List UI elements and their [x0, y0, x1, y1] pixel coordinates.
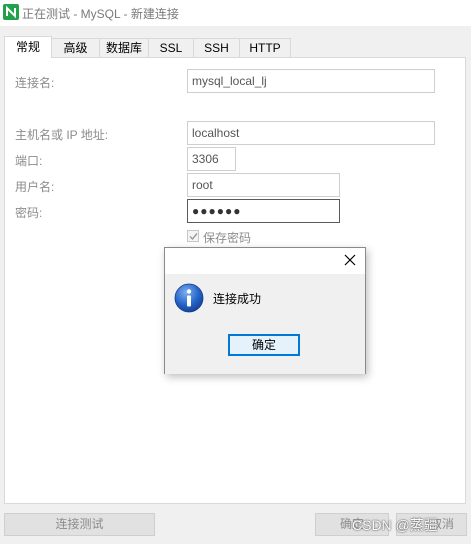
connection-name-input[interactable]: mysql_local_lj	[187, 69, 435, 93]
password-label: 密码:	[15, 206, 43, 220]
connection-name-label: 连接名:	[15, 76, 55, 90]
tab-database[interactable]: 数据库	[99, 38, 149, 57]
host-input[interactable]: localhost	[187, 121, 435, 145]
username-input[interactable]: root	[187, 173, 340, 197]
dialog-body: 连接成功 确定	[165, 274, 365, 374]
connection-success-dialog: 连接成功 确定	[164, 247, 366, 374]
window-titlebar: 正在测试 - MySQL - 新建连接	[0, 0, 471, 26]
tab-ssl[interactable]: SSL	[148, 38, 194, 57]
tab-http[interactable]: HTTP	[239, 38, 291, 57]
close-icon[interactable]	[343, 253, 357, 267]
save-password-label: 保存密码	[203, 231, 252, 245]
dialog-message: 连接成功	[213, 292, 262, 306]
host-label: 主机名或 IP 地址:	[15, 128, 109, 142]
username-label: 用户名:	[15, 180, 55, 194]
watermark: CSDN @蒸疆	[352, 517, 438, 533]
save-password-checkbox[interactable]	[187, 230, 199, 242]
navicat-app-icon	[3, 4, 19, 20]
window-title: 正在测试 - MySQL - 新建连接	[22, 7, 179, 21]
checkmark-icon	[189, 233, 198, 241]
port-label: 端口:	[15, 154, 43, 168]
dialog-ok-button[interactable]: 确定	[228, 334, 300, 356]
port-input[interactable]: 3306	[187, 147, 236, 171]
tab-ssh[interactable]: SSH	[193, 38, 240, 57]
password-mask: ●●●●●●	[192, 204, 242, 218]
tab-general[interactable]: 常规	[4, 36, 52, 58]
tab-advanced[interactable]: 高级	[51, 38, 100, 57]
test-connection-button[interactable]: 连接测试	[4, 513, 155, 536]
password-input[interactable]: ●●●●●●	[187, 199, 340, 223]
info-icon	[174, 283, 204, 313]
dialog-titlebar	[165, 248, 365, 274]
tab-bar: 常规 高级 数据库 SSL SSH HTTP	[0, 36, 471, 58]
